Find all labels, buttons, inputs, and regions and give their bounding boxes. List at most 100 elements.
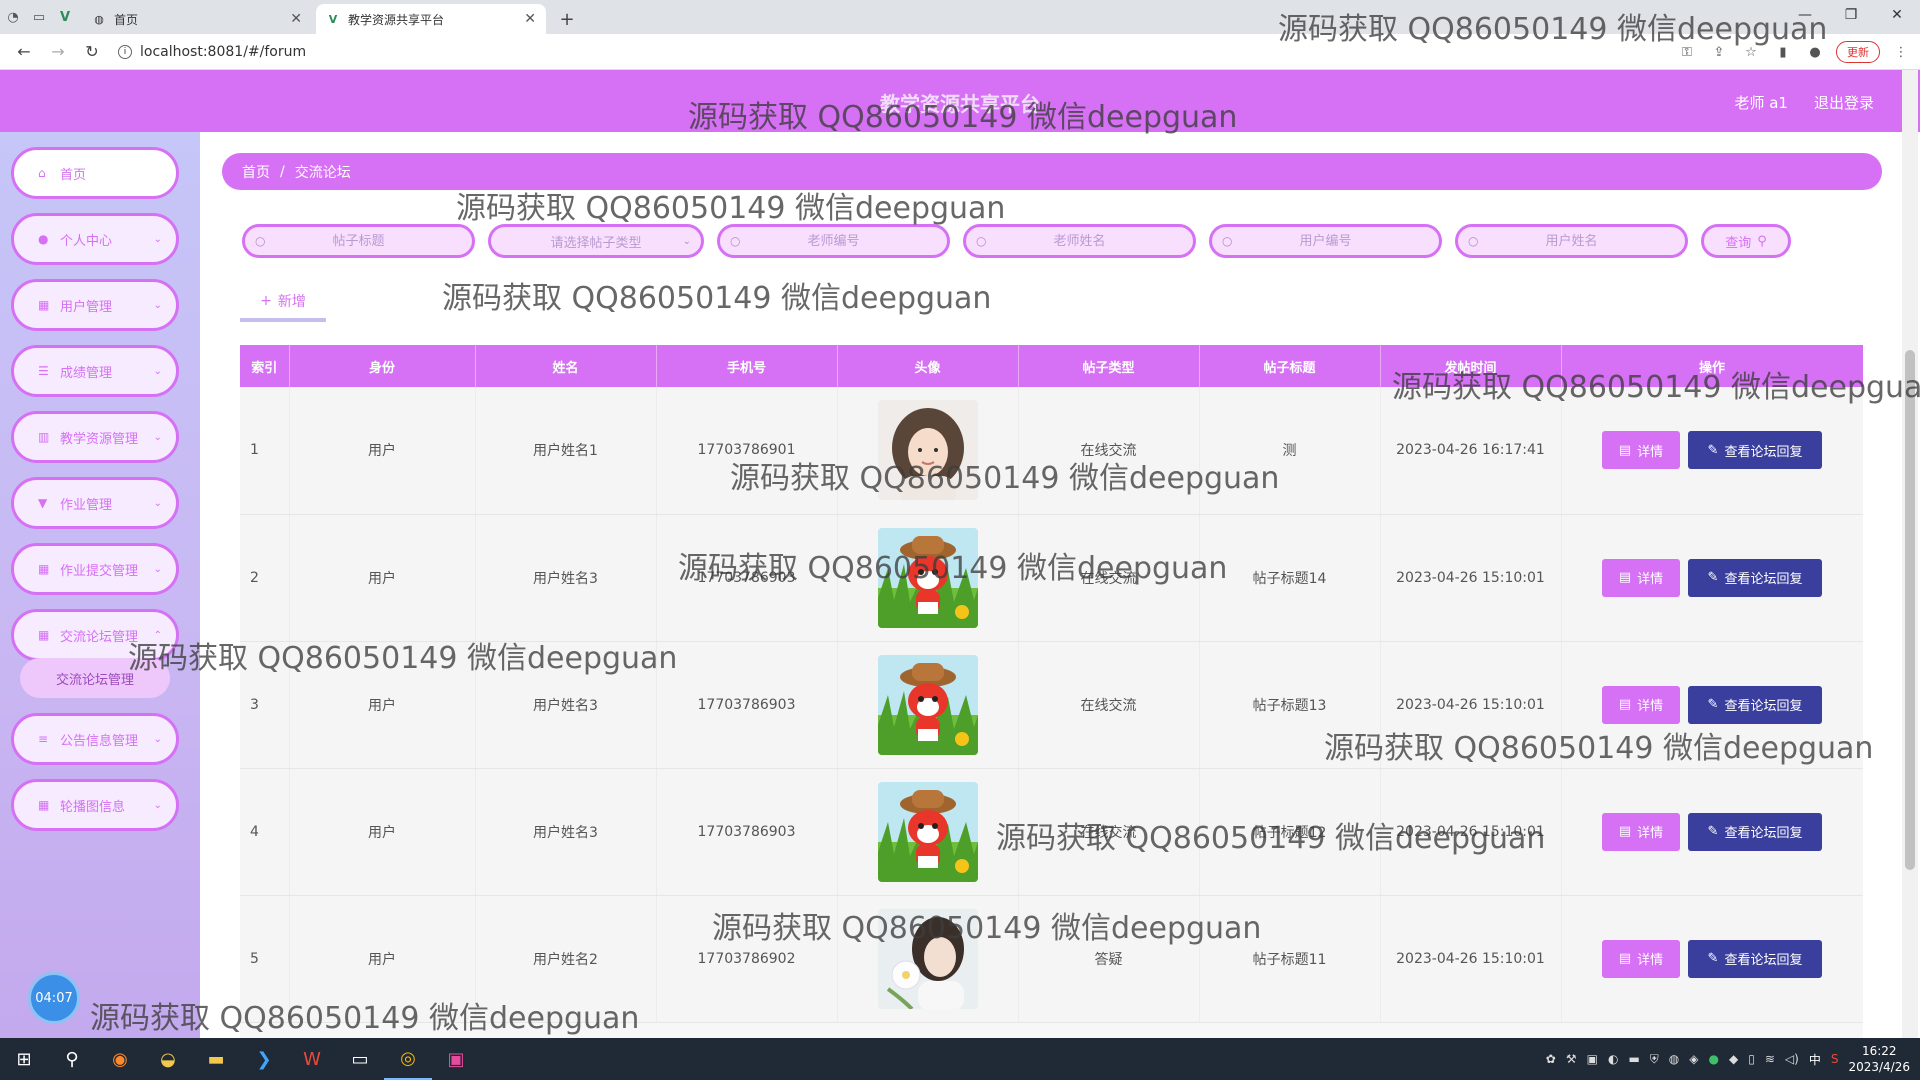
browser-page-icon[interactable]: ▭ bbox=[26, 0, 52, 34]
view-replies-button[interactable]: ✎ 查看论坛回复 bbox=[1688, 812, 1822, 851]
browser-tab-platform[interactable]: V 教学资源共享平台 ✕ bbox=[316, 4, 546, 34]
terminal-icon[interactable]: ▭ bbox=[336, 1038, 384, 1080]
avatar[interactable] bbox=[877, 527, 978, 628]
firefox-icon[interactable]: ◉ bbox=[96, 1038, 144, 1080]
avatar[interactable] bbox=[877, 654, 978, 755]
column-header[interactable]: 发帖时间 bbox=[1380, 345, 1562, 387]
column-header[interactable]: 姓名 bbox=[475, 345, 657, 387]
wechat-icon[interactable]: ● bbox=[1709, 1052, 1719, 1066]
sidebar-item-carousel[interactable]: ▦ 轮播图信息 ⌄ bbox=[11, 779, 179, 831]
tray-app-icon[interactable]: ✿ bbox=[1546, 1052, 1556, 1066]
column-header[interactable]: 操作 bbox=[1561, 345, 1863, 387]
close-icon[interactable]: ✕ bbox=[524, 11, 536, 27]
search-icon[interactable]: ⚲ bbox=[48, 1038, 96, 1080]
view-replies-button[interactable]: ✎ 查看论坛回复 bbox=[1688, 685, 1822, 724]
profile-icon[interactable]: ● bbox=[1804, 41, 1826, 63]
tray-app-icon[interactable]: ▣ bbox=[1587, 1052, 1598, 1066]
chrome-icon[interactable]: ◎ bbox=[384, 1038, 432, 1080]
add-button[interactable]: + 新增 bbox=[240, 284, 326, 322]
forward-icon[interactable]: → bbox=[44, 38, 72, 66]
avatar[interactable] bbox=[877, 400, 978, 501]
detail-button[interactable]: ▤ 详情 bbox=[1602, 939, 1680, 978]
detail-button[interactable]: ▤ 详情 bbox=[1602, 431, 1680, 470]
star-icon[interactable]: ☆ bbox=[1740, 41, 1762, 63]
cell-post-time: 2023-04-26 16:17:41 bbox=[1380, 387, 1562, 515]
ime-indicator[interactable]: 中 bbox=[1809, 1051, 1821, 1068]
avatar[interactable] bbox=[877, 908, 978, 1009]
wifi-icon[interactable]: ≋ bbox=[1765, 1052, 1775, 1066]
column-header[interactable]: 帖子标题 bbox=[1199, 345, 1381, 387]
logout-link[interactable]: 退出登录 bbox=[1814, 92, 1874, 113]
view-replies-button[interactable]: ✎ 查看论坛回复 bbox=[1688, 431, 1822, 470]
teacher-name-input[interactable] bbox=[966, 227, 1193, 255]
sidebar-item-resources[interactable]: ▥ 教学资源管理 ⌄ bbox=[11, 411, 179, 463]
url-field[interactable]: i localhost:8081/#/forum bbox=[118, 44, 306, 60]
sidebar-item-grades[interactable]: ☰ 成绩管理 ⌄ bbox=[11, 345, 179, 397]
chevron-down-icon: ⌄ bbox=[153, 563, 162, 575]
close-window-icon[interactable]: ✕ bbox=[1874, 0, 1920, 30]
new-tab-button[interactable]: + bbox=[552, 4, 582, 34]
query-button[interactable]: 查询 ⚲ bbox=[1701, 224, 1791, 258]
app-icon[interactable]: ◒ bbox=[144, 1038, 192, 1080]
sidebar-item-profile[interactable]: ● 个人中心 ⌄ bbox=[11, 213, 179, 265]
scrollbar-thumb[interactable] bbox=[1905, 350, 1915, 870]
page-scrollbar[interactable] bbox=[1902, 70, 1918, 1038]
tray-app-icon[interactable]: ◆ bbox=[1729, 1052, 1738, 1066]
avatar[interactable] bbox=[877, 781, 978, 882]
browser-tab-home[interactable]: ◍ 首页 ✕ bbox=[82, 4, 312, 34]
column-header[interactable]: 身份 bbox=[289, 345, 476, 387]
tray-app-icon[interactable]: ◍ bbox=[1669, 1052, 1679, 1066]
sidebar-item-notices[interactable]: ≡ 公告信息管理 ⌄ bbox=[11, 713, 179, 765]
system-clock[interactable]: 16:22 2023/4/26 bbox=[1848, 1043, 1910, 1075]
maximize-icon[interactable]: ❐ bbox=[1828, 0, 1874, 30]
detail-button[interactable]: ▤ 详情 bbox=[1602, 685, 1680, 724]
windows-start-icon[interactable]: ⊞ bbox=[0, 1038, 48, 1080]
detail-button[interactable]: ▤ 详情 bbox=[1602, 558, 1680, 597]
wps-icon[interactable]: W bbox=[288, 1038, 336, 1080]
tray-app-icon[interactable]: ◈ bbox=[1689, 1052, 1698, 1066]
close-icon[interactable]: ✕ bbox=[290, 11, 302, 27]
browser-menu-icon[interactable]: ◔ bbox=[0, 0, 26, 34]
view-replies-button[interactable]: ✎ 查看论坛回复 bbox=[1688, 558, 1822, 597]
user-no-input[interactable] bbox=[1212, 227, 1439, 255]
post-title-input[interactable] bbox=[245, 227, 472, 255]
tray-app-icon[interactable]: ⚒ bbox=[1566, 1052, 1577, 1066]
battery-icon[interactable]: ▯ bbox=[1748, 1052, 1755, 1066]
update-button[interactable]: 更新 bbox=[1836, 41, 1880, 63]
column-header[interactable]: 手机号 bbox=[656, 345, 838, 387]
info-icon[interactable]: i bbox=[118, 44, 132, 59]
detail-button[interactable]: ▤ 详情 bbox=[1602, 812, 1680, 851]
volume-icon[interactable]: ◁) bbox=[1785, 1052, 1799, 1066]
sidebar-subitem-forum[interactable]: 交流论坛管理 bbox=[20, 658, 170, 698]
folder-icon[interactable]: ▬ bbox=[192, 1038, 240, 1080]
column-header[interactable]: 帖子类型 bbox=[1018, 345, 1200, 387]
sidebar-item-homework[interactable]: ▼ 作业管理 ⌄ bbox=[11, 477, 179, 529]
table-row: 1 用户 用户姓名1 17703786901 在线交流测 2023-04-26 16:17… bbox=[240, 387, 1863, 515]
tray-app-icon[interactable]: ◐ bbox=[1608, 1052, 1618, 1066]
view-replies-button[interactable]: ✎ 查看论坛回复 bbox=[1688, 939, 1822, 978]
breadcrumb-home[interactable]: 首页 bbox=[242, 162, 270, 182]
back-icon[interactable]: ← bbox=[10, 38, 38, 66]
antivirus-icon[interactable]: S bbox=[1831, 1052, 1839, 1066]
vue-tab-icon[interactable]: V bbox=[52, 0, 78, 34]
sidebar-item-home[interactable]: ⌂ 首页 bbox=[11, 147, 179, 199]
sidepanel-icon[interactable]: ▮ bbox=[1772, 41, 1794, 63]
share-icon[interactable]: ⇪ bbox=[1708, 41, 1730, 63]
tray-app-icon[interactable]: ▬ bbox=[1628, 1052, 1639, 1066]
column-header[interactable]: 索引 bbox=[240, 345, 290, 387]
vscode-icon[interactable]: ❯ bbox=[240, 1038, 288, 1080]
post-type-select[interactable]: 请选择帖子类型 ⌄ bbox=[488, 224, 704, 258]
column-header[interactable]: 头像 bbox=[837, 345, 1019, 387]
sidebar-item-users[interactable]: ▦ 用户管理 ⌄ bbox=[11, 279, 179, 331]
idea-icon[interactable]: ▣ bbox=[432, 1038, 480, 1080]
document-icon: ▤ bbox=[1618, 824, 1632, 839]
minimize-icon[interactable]: — bbox=[1782, 0, 1828, 30]
key-icon[interactable]: ⚿ bbox=[1676, 41, 1698, 63]
sidebar-item-forum[interactable]: ▦ 交流论坛管理 ⌃ bbox=[11, 609, 179, 661]
teacher-no-input[interactable] bbox=[720, 227, 947, 255]
sidebar-item-submissions[interactable]: ▦ 作业提交管理 ⌄ bbox=[11, 543, 179, 595]
user-name-input[interactable] bbox=[1458, 227, 1685, 255]
tray-app-icon[interactable]: ⛨ bbox=[1650, 1052, 1659, 1067]
reload-icon[interactable]: ↻ bbox=[78, 38, 106, 66]
kebab-menu-icon[interactable]: ⋮ bbox=[1890, 41, 1912, 63]
